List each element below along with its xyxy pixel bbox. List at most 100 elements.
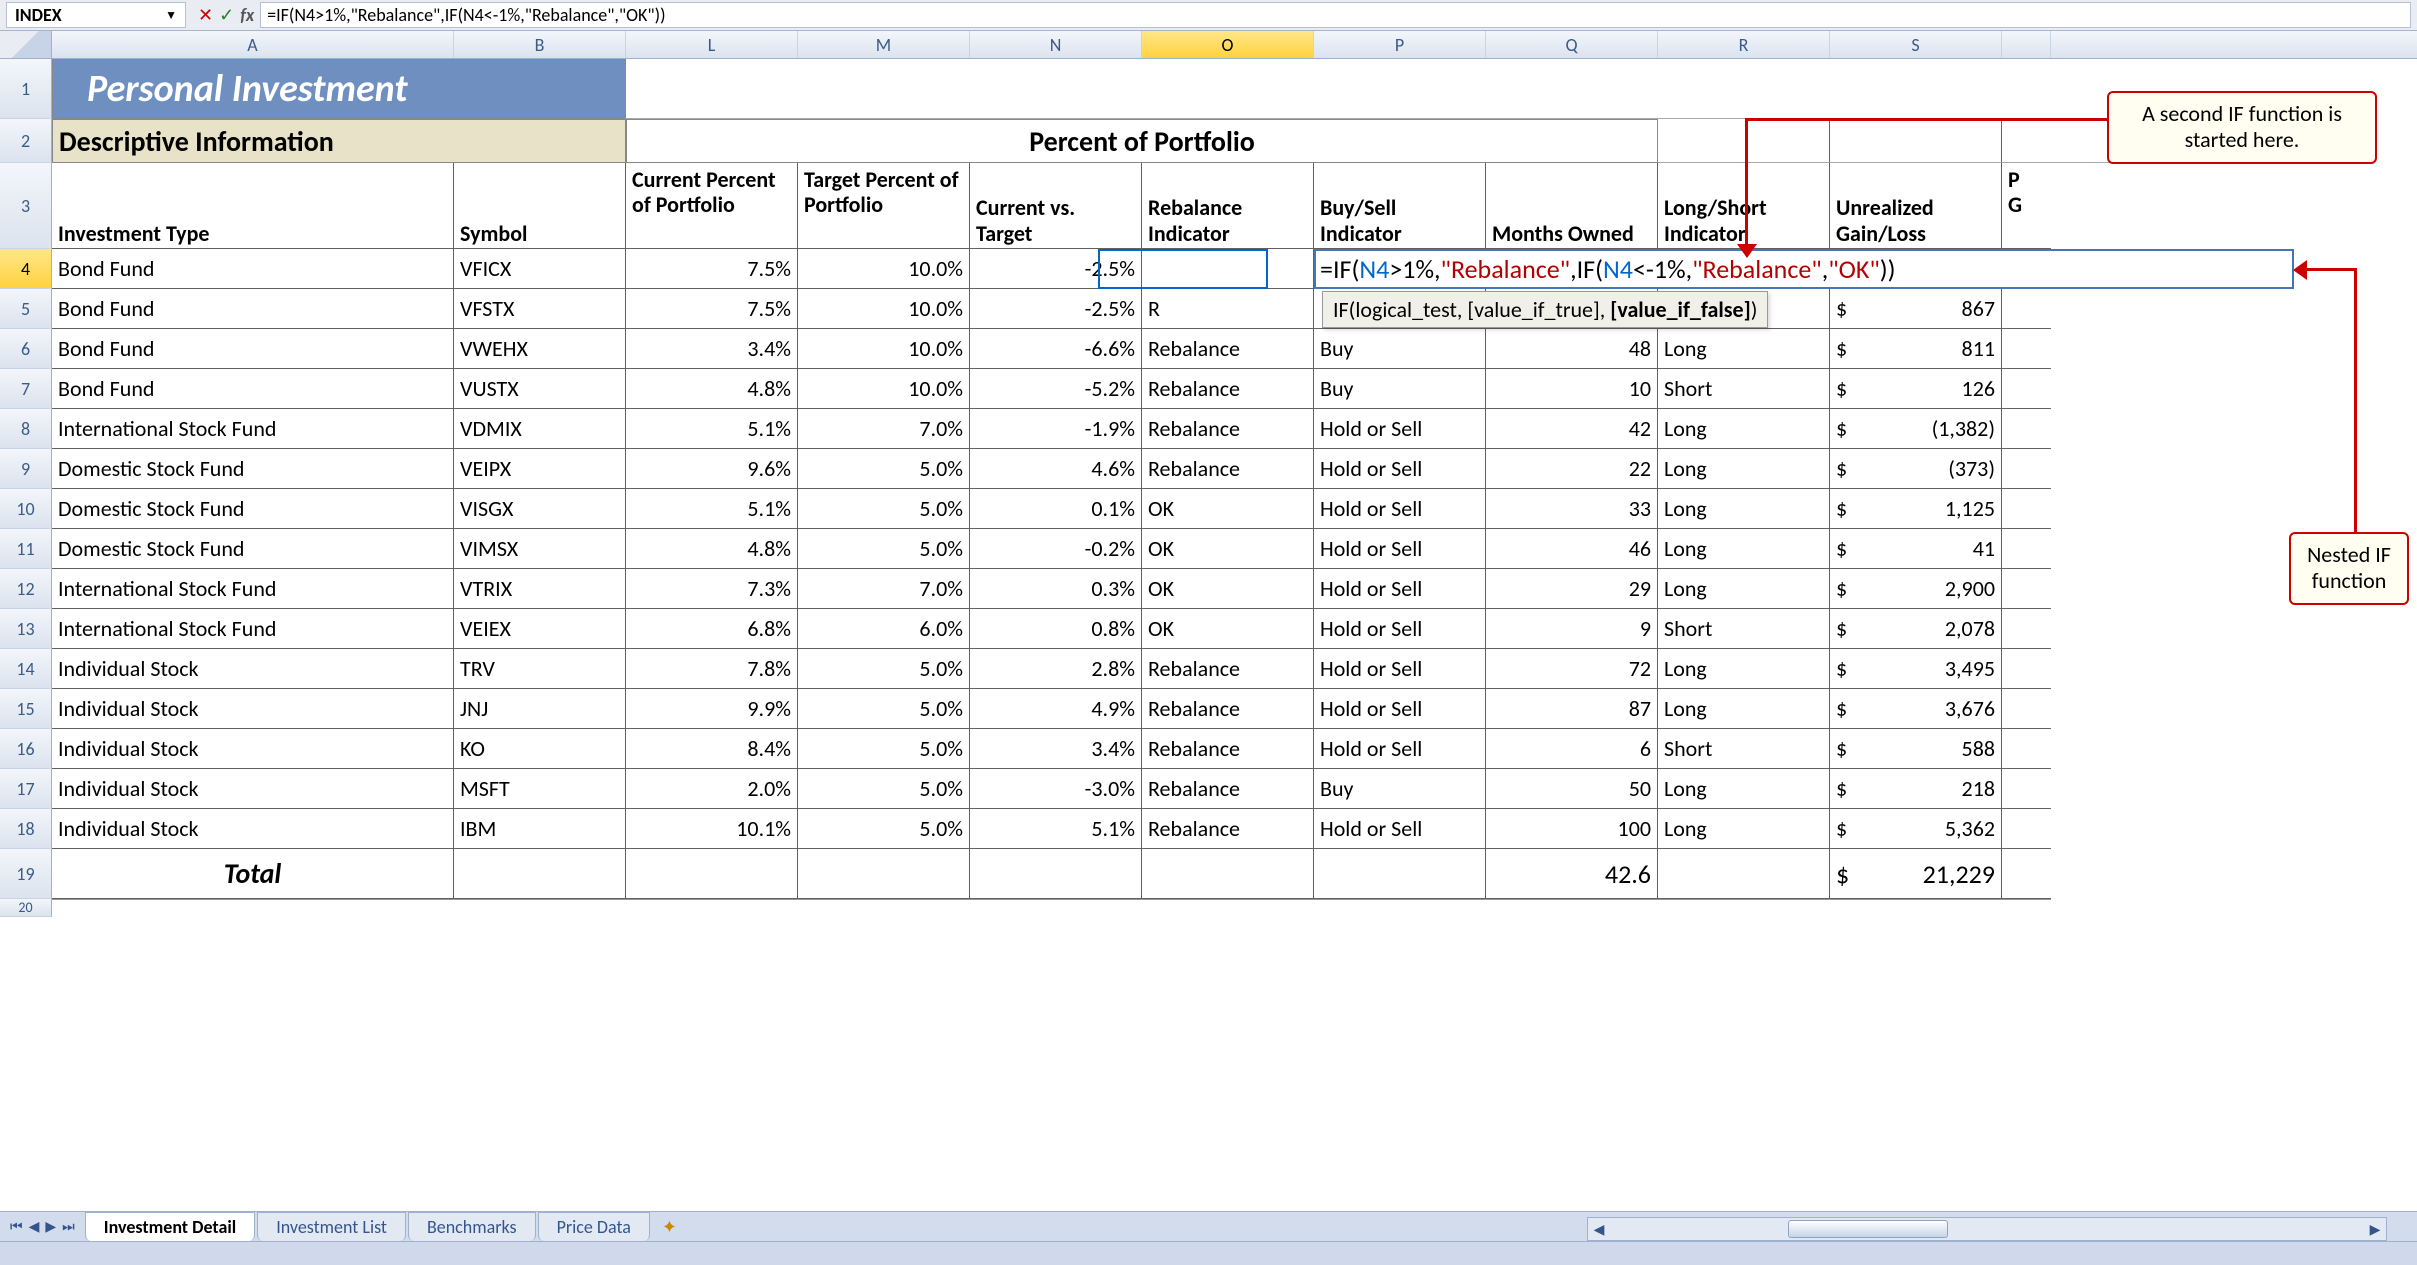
cell-bs[interactable]: Hold or Sell [1314,529,1486,569]
cell-blank[interactable] [2002,809,2051,849]
cell-tgtpct[interactable]: 5.0% [798,809,970,849]
scroll-right-icon[interactable]: ▶ [2364,1221,2386,1238]
cell-reb[interactable]: Rebalance [1142,449,1314,489]
cell-symbol[interactable]: VEIPX [454,449,626,489]
cell-ls[interactable]: Long [1658,689,1830,729]
row-header-4[interactable]: 4 [0,249,52,289]
formula-input[interactable]: =IF(N4>1%,"Rebalance",IF(N4<-1%,"Rebalan… [260,2,2411,28]
function-tooltip[interactable]: IF(logical_test, [value_if_true], [value… [1322,291,1768,328]
cell-symbol[interactable]: VFICX [454,249,626,289]
cell-type[interactable]: Domestic Stock Fund [52,449,454,489]
cell-gl[interactable]: $(1,382) [1830,409,2002,449]
cell-cvt[interactable]: -0.2% [970,529,1142,569]
cell-gl[interactable]: $41 [1830,529,2002,569]
cell-blank[interactable] [1658,849,1830,899]
cell-tgtpct[interactable]: 7.0% [798,569,970,609]
cell-bs[interactable]: Hold or Sell [1314,489,1486,529]
accept-icon[interactable]: ✓ [219,4,234,26]
cell-months[interactable]: 46 [1486,529,1658,569]
cell-symbol[interactable]: VUSTX [454,369,626,409]
col-header-N[interactable]: N [970,31,1142,58]
cell-reb[interactable]: R [1142,289,1314,329]
row-header-8[interactable]: 8 [0,409,52,449]
row-header-20[interactable]: 20 [0,899,52,917]
cell-gl[interactable]: $1,125 [1830,489,2002,529]
cell-bs[interactable]: Hold or Sell [1314,649,1486,689]
cell-cvt[interactable]: 0.3% [970,569,1142,609]
cell-gl[interactable]: $126 [1830,369,2002,409]
section-descriptive[interactable]: Descriptive Information [52,119,626,163]
cell-months[interactable]: 29 [1486,569,1658,609]
cell-bs[interactable]: Hold or Sell [1314,449,1486,489]
cell-blank[interactable] [2002,769,2051,809]
hdr-cvt[interactable]: Current vs. Target [970,163,1142,249]
horizontal-scrollbar[interactable]: ◀ ▶ [1587,1217,2387,1241]
cell-blank[interactable] [2002,649,2051,689]
cell-cvt[interactable]: -5.2% [970,369,1142,409]
cell-tgtpct[interactable]: 7.0% [798,409,970,449]
cell-symbol[interactable]: VEIEX [454,609,626,649]
tab-prev-icon[interactable]: ◀ [29,1218,40,1235]
cell-blank[interactable] [454,849,626,899]
cell-curpct[interactable]: 9.6% [626,449,798,489]
cell-bs[interactable]: Buy [1314,369,1486,409]
row-header-12[interactable]: 12 [0,569,52,609]
cell-tgtpct[interactable]: 5.0% [798,689,970,729]
cell-symbol[interactable]: JNJ [454,689,626,729]
cell-curpct[interactable]: 8.4% [626,729,798,769]
hdr-reb[interactable]: Rebalance Indicator [1142,163,1314,249]
cell-reb[interactable]: Rebalance [1142,689,1314,729]
cancel-icon[interactable]: ✕ [198,4,213,26]
cell-symbol[interactable]: VISGX [454,489,626,529]
col-header-L[interactable]: L [626,31,798,58]
cell-type[interactable]: Individual Stock [52,769,454,809]
cell-blank[interactable] [2002,449,2051,489]
cell-months[interactable]: 72 [1486,649,1658,689]
cell-curpct[interactable]: 7.8% [626,649,798,689]
cell-reb[interactable]: Rebalance [1142,369,1314,409]
active-cell-edit[interactable]: =IF(N4>1%,"Rebalance",IF(N4<-1%,"Rebalan… [1314,249,2294,289]
cell-ls[interactable]: Long [1658,649,1830,689]
cell-type[interactable]: Individual Stock [52,689,454,729]
col-header-O[interactable]: O [1142,31,1314,58]
hdr-invtype[interactable]: Investment Type [52,163,454,249]
cell-blank[interactable] [2002,729,2051,769]
cell-tgtpct[interactable]: 10.0% [798,329,970,369]
cell-cvt[interactable]: -3.0% [970,769,1142,809]
cell-bs[interactable]: Hold or Sell [1314,409,1486,449]
cell-ls[interactable]: Long [1658,809,1830,849]
cell-reb[interactable]: OK [1142,569,1314,609]
name-box[interactable]: INDEX ▼ [6,2,186,28]
cell-months[interactable]: 100 [1486,809,1658,849]
cell-blank[interactable] [2002,329,2051,369]
cell-cvt[interactable]: 4.6% [970,449,1142,489]
cell-curpct[interactable]: 4.8% [626,529,798,569]
cell-blank[interactable] [626,849,798,899]
cell-type[interactable]: Individual Stock [52,729,454,769]
cell-reb[interactable]: OK [1142,489,1314,529]
row-header-18[interactable]: 18 [0,809,52,849]
hdr-symbol[interactable]: Symbol [454,163,626,249]
cell-type[interactable]: Domestic Stock Fund [52,529,454,569]
row-header-17[interactable]: 17 [0,769,52,809]
cell-cvt[interactable]: 5.1% [970,809,1142,849]
cell-symbol[interactable]: TRV [454,649,626,689]
cell-cvt[interactable]: -6.6% [970,329,1142,369]
hdr-months[interactable]: Months Owned [1486,163,1658,249]
row-header-19[interactable]: 19 [0,849,52,899]
cell-symbol[interactable]: VFSTX [454,289,626,329]
title-banner[interactable]: Personal Investment [52,59,626,119]
row-header-2[interactable]: 2 [0,119,52,163]
cell-reb[interactable]: OK [1142,529,1314,569]
cell-symbol[interactable]: VTRIX [454,569,626,609]
cell-ls[interactable]: Short [1658,369,1830,409]
cell-gl[interactable]: $(373) [1830,449,2002,489]
cell-tgtpct[interactable]: 5.0% [798,649,970,689]
cell-tgtpct[interactable]: 10.0% [798,369,970,409]
row-header-14[interactable]: 14 [0,649,52,689]
cell-blank[interactable] [626,59,2051,119]
cell-months[interactable]: 33 [1486,489,1658,529]
cell-cvt[interactable]: 0.1% [970,489,1142,529]
row-header-7[interactable]: 7 [0,369,52,409]
cell-curpct[interactable]: 7.3% [626,569,798,609]
